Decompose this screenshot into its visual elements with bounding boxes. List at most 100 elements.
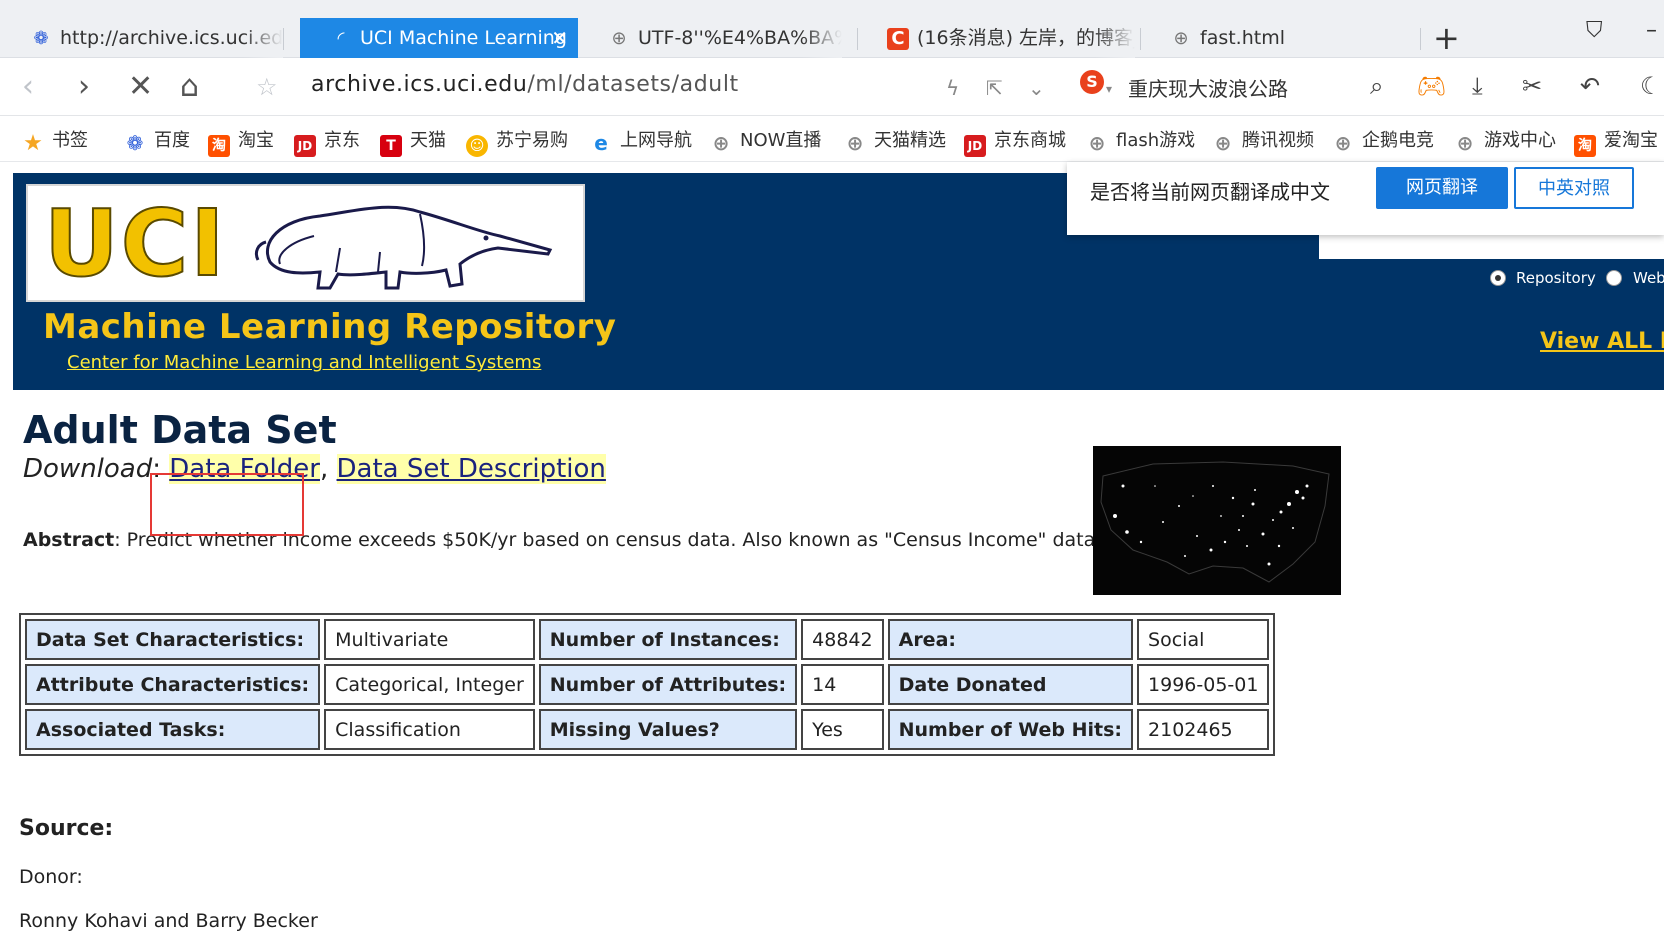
bookmark-item[interactable]: 淘淘宝 bbox=[208, 126, 274, 157]
uci-logo[interactable]: UCI bbox=[26, 184, 585, 302]
bookmark-item[interactable]: ❁ 百度 bbox=[124, 126, 190, 154]
taobao-icon: 淘 bbox=[208, 135, 230, 157]
share-icon[interactable]: ⇱ bbox=[986, 76, 1003, 100]
table-value: 2102465 bbox=[1137, 709, 1270, 750]
usa-night-lights-image bbox=[1093, 446, 1341, 595]
bookmark-item[interactable]: ⊕ NOW直播 bbox=[710, 126, 822, 155]
home-icon[interactable]: ⌂ bbox=[180, 70, 199, 104]
logo-text: UCI bbox=[43, 190, 227, 297]
taobao-icon: 淘 bbox=[1574, 135, 1596, 157]
table-key: Date Donated bbox=[887, 664, 1134, 705]
cml-link[interactable]: Center for Machine Learning and Intellig… bbox=[67, 352, 541, 373]
lightning-icon[interactable]: ϟ bbox=[946, 76, 959, 100]
view-all-datasets-link[interactable]: View ALL Da bbox=[1540, 329, 1664, 354]
data-set-description-link[interactable]: Data Set Description bbox=[336, 454, 606, 484]
bookmark-item[interactable]: e 上网导航 bbox=[590, 126, 692, 154]
bookmark-item[interactable]: ⊕ 天猫精选 bbox=[844, 126, 946, 154]
paw-icon: ❁ bbox=[33, 28, 49, 49]
tab-uci-ml[interactable]: ◜ UCI Machine Learning ✕ bbox=[300, 18, 578, 58]
globe-icon: ⊕ bbox=[1173, 28, 1189, 49]
star-icon[interactable]: ☆ bbox=[256, 70, 278, 104]
bilingual-button[interactable]: 中英对照 bbox=[1514, 167, 1634, 209]
bookmark-item[interactable]: ★ 书签 bbox=[22, 126, 88, 155]
bookmark-item[interactable]: ⊕ 企鹅电竞 bbox=[1332, 126, 1434, 154]
chevron-down-icon[interactable]: ⌄ bbox=[1028, 76, 1045, 100]
translate-page-button[interactable]: 网页翻译 bbox=[1376, 167, 1508, 209]
radio-repository[interactable] bbox=[1490, 270, 1506, 286]
bookmark-item[interactable]: ⊕ 游戏中心 bbox=[1454, 126, 1556, 154]
table-value: Yes bbox=[801, 709, 884, 750]
search-input[interactable]: 重庆现大波浪公路 bbox=[1128, 73, 1288, 102]
bookmark-item[interactable]: ⊕ 腾讯视频 bbox=[1212, 126, 1314, 154]
table-row: Associated Tasks: Classification Missing… bbox=[25, 709, 1270, 750]
table-value: Classification bbox=[324, 709, 535, 750]
table-key: Attribute Characteristics: bbox=[25, 664, 321, 705]
minimize-icon[interactable]: – bbox=[1646, 18, 1657, 43]
globe-icon: ⊕ bbox=[1088, 131, 1106, 155]
table-row: Data Set Characteristics: Multivariate N… bbox=[25, 619, 1270, 660]
tab-csdn[interactable]: C (16条消息) 左岸，的博客_ bbox=[857, 18, 1135, 58]
sogou-icon[interactable]: S bbox=[1080, 70, 1104, 94]
globe-icon: ⊕ bbox=[1214, 131, 1232, 155]
bookmark-item[interactable]: 淘爱淘宝 bbox=[1574, 126, 1658, 157]
forward-icon[interactable]: › bbox=[78, 70, 90, 104]
download-icon[interactable]: ⤓ bbox=[1472, 72, 1483, 100]
bookmark-item[interactable]: T 天猫 bbox=[380, 126, 446, 157]
globe-icon: ⊕ bbox=[1456, 131, 1474, 155]
bookmark-item[interactable]: JD 京东商城 bbox=[964, 126, 1066, 157]
table-key: Number of Attributes: bbox=[538, 664, 798, 705]
paw-icon: ❁ bbox=[126, 131, 144, 155]
bookmark-item[interactable]: ⊕ flash游戏 bbox=[1086, 126, 1196, 155]
repo-title: Machine Learning Repository bbox=[43, 307, 617, 347]
tab-archive[interactable]: ❁ http://archive.ics.uci.edu bbox=[0, 18, 283, 58]
table-key: Data Set Characteristics: bbox=[25, 619, 321, 660]
globe-icon: ⊕ bbox=[1334, 131, 1352, 155]
search-icon[interactable]: ⌕ bbox=[1370, 72, 1383, 100]
table-key: Number of Web Hits: bbox=[887, 709, 1134, 750]
translate-prompt: 是否将当前网页翻译成中文 bbox=[1090, 180, 1330, 204]
bookmark-item[interactable]: JD 京东 bbox=[294, 126, 360, 157]
shirt-icon[interactable]: ⛉ bbox=[1586, 18, 1603, 43]
bookmarks-bar: ★ 书签 ❁ 百度 淘淘宝 JD 京东 T 天猫 ☺ 苏宁易购 e 上网导航 ⊕ NOW直播 … bbox=[0, 116, 1664, 162]
site-search-input[interactable] bbox=[1319, 233, 1664, 259]
radio-repository-label: Repository bbox=[1516, 269, 1596, 287]
radio-web[interactable] bbox=[1606, 270, 1622, 286]
scissors-icon[interactable]: ✂ bbox=[1522, 72, 1542, 100]
table-value: 48842 bbox=[801, 619, 884, 660]
translate-popup: 是否将当前网页翻译成中文 网页翻译 中英对照 bbox=[1067, 162, 1664, 235]
download-label: Download bbox=[23, 454, 153, 484]
gamepad-icon[interactable]: 🎮︎ bbox=[1416, 72, 1446, 100]
loading-icon: ◜ bbox=[337, 28, 345, 49]
stop-icon[interactable]: ✕ bbox=[128, 70, 153, 104]
tab-bar: ❁ http://archive.ics.uci.edu ◜ UCI Machi… bbox=[0, 0, 1664, 58]
address-bar: ‹ › ✕ ⌂ ☆ archive.ics.uci.edu/ml/dataset… bbox=[0, 58, 1664, 116]
ie-icon: e bbox=[594, 131, 608, 155]
globe-icon: ⊕ bbox=[712, 131, 730, 155]
undo-icon[interactable]: ↶ bbox=[1580, 72, 1600, 100]
download-line: Download: Data Folder, Data Set Descript… bbox=[23, 454, 606, 484]
tmall-icon: T bbox=[380, 135, 402, 157]
star-icon: ★ bbox=[23, 131, 43, 156]
donor-label: Donor: bbox=[19, 866, 83, 888]
new-tab-button[interactable]: + bbox=[1433, 20, 1460, 56]
moon-icon[interactable]: ☾ bbox=[1640, 72, 1662, 100]
chevron-down-icon[interactable]: ▾ bbox=[1106, 82, 1112, 96]
tab-fast[interactable]: ⊕ fast.html bbox=[1140, 18, 1420, 58]
anteater-logo-icon bbox=[254, 205, 553, 290]
table-key: Missing Values? bbox=[538, 709, 798, 750]
suning-icon: ☺ bbox=[466, 135, 488, 157]
url-field[interactable]: archive.ics.uci.edu/ml/datasets/adult bbox=[311, 72, 739, 97]
close-icon[interactable]: ✕ bbox=[551, 18, 568, 58]
tab-utf8[interactable]: ⊕ UTF-8''%E4%BA%BA%E5 bbox=[578, 18, 842, 58]
radio-web-label: Web bbox=[1633, 269, 1664, 287]
table-value: Multivariate bbox=[324, 619, 535, 660]
url-host: archive.ics.uci.edu bbox=[311, 72, 528, 97]
back-icon[interactable]: ‹ bbox=[22, 70, 34, 104]
globe-icon: ⊕ bbox=[611, 28, 627, 49]
table-key: Area: bbox=[887, 619, 1134, 660]
url-path: /ml/datasets/adult bbox=[527, 72, 739, 97]
table-row: Attribute Characteristics: Categorical, … bbox=[25, 664, 1270, 705]
bookmark-item[interactable]: ☺ 苏宁易购 bbox=[466, 126, 568, 157]
table-value: 1996-05-01 bbox=[1137, 664, 1270, 705]
donor-names: Ronny Kohavi and Barry Becker bbox=[19, 910, 318, 932]
